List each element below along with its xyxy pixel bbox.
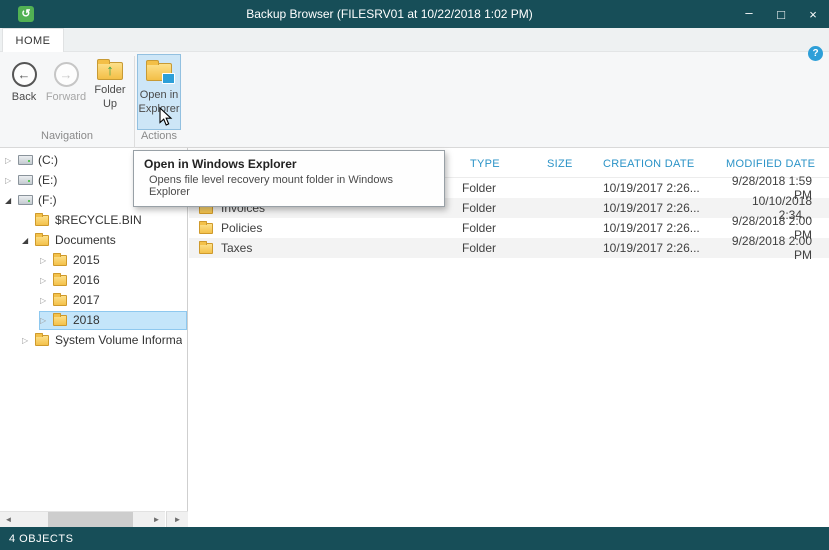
- scroll-right-button[interactable]: ►: [148, 512, 165, 527]
- up-arrow-icon: ↑: [106, 62, 114, 79]
- ribbon-tab-strip: HOME: [0, 28, 829, 52]
- folder-icon: [53, 312, 67, 326]
- expander-icon[interactable]: ◢: [22, 236, 35, 245]
- tree-item-2018[interactable]: ▷ 2018: [0, 310, 187, 330]
- open-in-explorer-label-line1: Open in: [139, 89, 179, 101]
- close-icon: ×: [809, 6, 817, 22]
- expander-icon[interactable]: ▷: [5, 156, 18, 165]
- expander-icon[interactable]: ▷: [22, 336, 35, 345]
- scroll-left-button[interactable]: ◄: [0, 512, 17, 527]
- maximize-icon: □: [777, 6, 785, 22]
- folder-icon: [35, 212, 49, 226]
- forward-label: Forward: [45, 91, 87, 103]
- file-name: Taxes: [221, 241, 253, 255]
- app-icon: ↺: [18, 6, 34, 22]
- ribbon: ← Back → Forward ↑ Folder Up Open in Exp…: [0, 52, 829, 178]
- folder-up-button[interactable]: ↑ Folder Up: [90, 59, 130, 112]
- file-modified-date: 9/28/2018 2:00 PM: [731, 234, 812, 262]
- file-type: Folder: [462, 181, 497, 195]
- tree-item-2016[interactable]: ▷ 2016: [0, 270, 187, 290]
- folder-up-label-line2: Up: [102, 97, 118, 110]
- expander-icon[interactable]: ▷: [40, 296, 53, 305]
- tree-item-recycle-bin[interactable]: $RECYCLE.BIN: [0, 210, 187, 230]
- file-type: Folder: [462, 241, 497, 255]
- column-header-modified-date[interactable]: MODIFIED DATE: [726, 158, 829, 170]
- back-button[interactable]: ← Back: [6, 62, 42, 105]
- folder-icon: [199, 221, 213, 234]
- file-type: Folder: [462, 201, 497, 215]
- help-button[interactable]: ?: [808, 46, 823, 61]
- title-bar: ↺ Backup Browser (FILESRV01 at 10/22/201…: [0, 0, 829, 28]
- expander-icon[interactable]: ▷: [40, 256, 53, 265]
- app-icon-glyph: ↺: [21, 8, 31, 20]
- tree-item-2017[interactable]: ▷ 2017: [0, 290, 187, 310]
- file-creation-date: 10/19/2017 2:26...: [603, 221, 700, 235]
- file-name: Policies: [221, 221, 263, 235]
- forward-icon: →: [53, 62, 79, 87]
- expander-icon[interactable]: ▷: [40, 316, 53, 325]
- tooltip: Open in Windows Explorer Opens file leve…: [133, 150, 445, 207]
- folder-icon: [35, 332, 49, 346]
- scroll-thumb[interactable]: [48, 512, 133, 527]
- scroll-track[interactable]: [17, 512, 148, 527]
- tree-item-system-volume-information[interactable]: ▷ System Volume Informa: [0, 330, 187, 350]
- group-label-actions: Actions: [140, 130, 178, 142]
- backup-browser-window: ↺ Backup Browser (FILESRV01 at 10/22/201…: [0, 0, 829, 550]
- column-header-creation-date[interactable]: CREATION DATE: [599, 158, 726, 170]
- close-button[interactable]: ×: [797, 0, 829, 28]
- back-icon: ←: [11, 62, 37, 87]
- tooltip-title: Open in Windows Explorer: [144, 157, 297, 171]
- folder-icon: [199, 241, 213, 254]
- window-controls: – □ ×: [733, 0, 829, 28]
- file-type: Folder: [462, 221, 497, 235]
- open-in-explorer-icon: [146, 60, 175, 84]
- column-header-type[interactable]: TYPE: [461, 158, 547, 170]
- status-bar: 4 OBJECTS: [0, 527, 829, 550]
- tree-horizontal-scrollbar[interactable]: ◄ ►: [0, 511, 165, 527]
- folder-icon: [53, 252, 67, 266]
- folder-up-label-line1: Folder: [94, 84, 126, 96]
- table-row-taxes[interactable]: Taxes Folder 10/19/2017 2:26... 9/28/201…: [189, 234, 829, 262]
- minimize-button[interactable]: –: [733, 0, 765, 28]
- object-count: 4 OBJECTS: [9, 532, 74, 545]
- drive-icon: [18, 155, 33, 165]
- explorer-window-icon: [162, 73, 175, 84]
- maximize-button[interactable]: □: [765, 0, 797, 28]
- file-creation-date: 10/19/2017 2:26...: [603, 201, 700, 215]
- expander-icon[interactable]: ▷: [40, 276, 53, 285]
- folder-icon: [53, 292, 67, 306]
- folder-up-icon: ↑: [97, 59, 123, 80]
- file-creation-date: 10/19/2017 2:26...: [603, 181, 700, 195]
- column-header-size[interactable]: SIZE: [547, 158, 599, 170]
- drive-icon: [18, 175, 33, 185]
- expander-icon[interactable]: ◢: [5, 196, 18, 205]
- tree-item-documents[interactable]: ◢ Documents: [0, 230, 187, 250]
- folder-icon: [53, 272, 67, 286]
- drive-icon: [18, 195, 33, 205]
- tree-item-2015[interactable]: ▷ 2015: [0, 250, 187, 270]
- back-label: Back: [11, 91, 37, 103]
- forward-button[interactable]: → Forward: [44, 62, 88, 105]
- expander-icon[interactable]: ▷: [5, 176, 18, 185]
- group-label-navigation: Navigation: [41, 130, 93, 142]
- minimize-icon: –: [745, 4, 753, 20]
- file-creation-date: 10/19/2017 2:26...: [603, 241, 700, 255]
- tooltip-body: Opens file level recovery mount folder i…: [149, 174, 393, 198]
- open-in-explorer-label-line2: Explorer: [138, 102, 180, 115]
- open-in-explorer-button[interactable]: Open in Explorer: [137, 54, 181, 130]
- window-title: Backup Browser (FILESRV01 at 10/22/2018 …: [246, 7, 533, 21]
- folder-icon: [35, 232, 49, 246]
- list-scroll-left-edge-button[interactable]: ►: [166, 511, 188, 527]
- tab-home[interactable]: HOME: [2, 28, 64, 52]
